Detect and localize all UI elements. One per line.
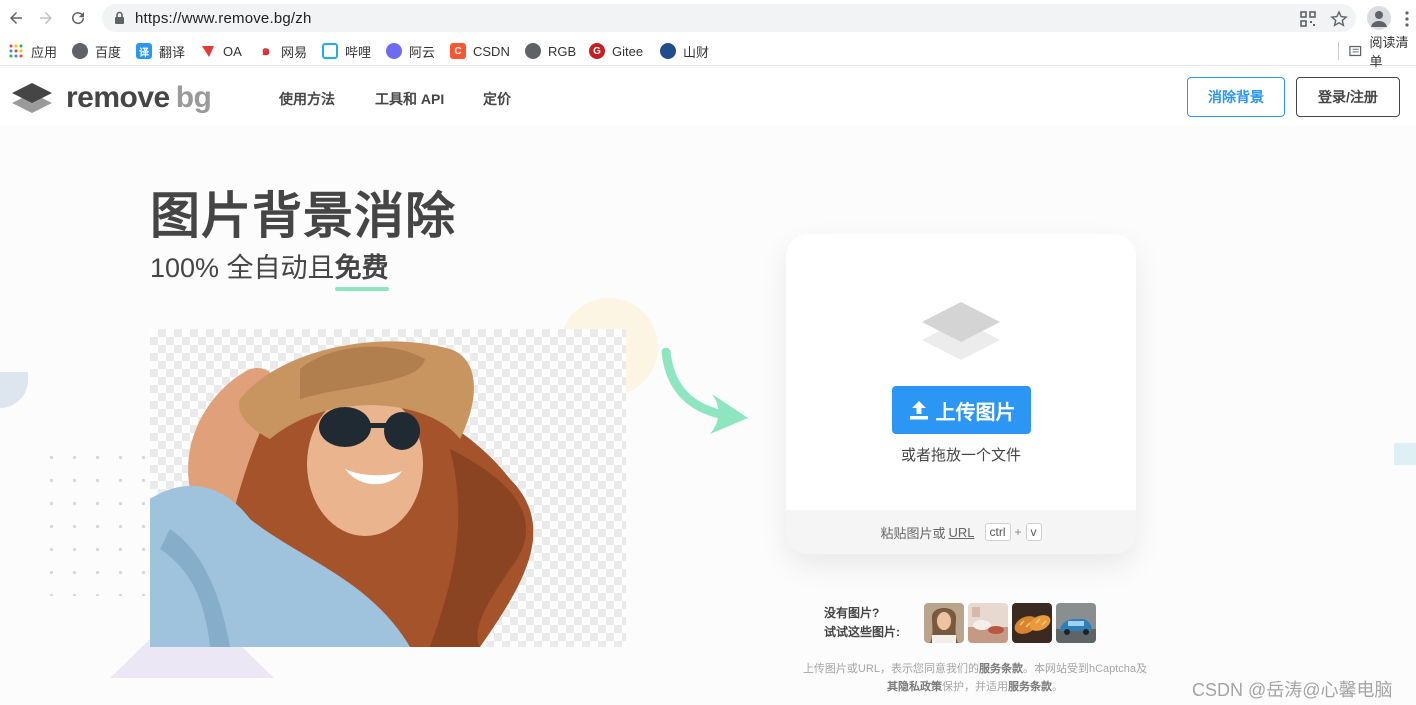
reading-list-label: 阅读清单 <box>1369 35 1409 69</box>
bookmarks-bar: 应用 百度 译 翻译 OA ๑ 网易 哔哩 阿云 C CSDN RGB G Gi… <box>0 35 1416 69</box>
university-icon <box>660 43 676 59</box>
bookmark-apps[interactable]: 应用 <box>8 42 57 60</box>
oa-icon <box>200 43 216 59</box>
bookmark-aliyun[interactable]: 阿云 <box>386 42 435 60</box>
paste-url-link[interactable]: URL <box>948 525 974 540</box>
layers-logo-icon <box>12 83 52 113</box>
terms-notice: 上传图片或URL，表示您同意我们的服务条款。本网站受到hCaptcha及 其隐私… <box>770 660 1180 696</box>
translate-icon: 译 <box>136 43 152 59</box>
bookmark-translate[interactable]: 译 翻译 <box>136 42 185 60</box>
reload-icon[interactable] <box>66 6 90 30</box>
sample-blue-car[interactable] <box>1056 603 1096 643</box>
try-label-line2: 试试这些图片: <box>824 625 900 639</box>
bookmark-rgb[interactable]: RGB <box>525 42 576 60</box>
browser-toolbar: https://www.remove.bg/zh <box>0 0 1416 36</box>
terms-link[interactable]: 服务条款 <box>979 663 1023 675</box>
bookmark-label: 山财 <box>683 44 710 60</box>
remove-background-button[interactable]: 消除背景 <box>1187 77 1285 117</box>
subtitle-free: 免费 <box>334 246 389 291</box>
bookmark-university[interactable]: 山财 <box>660 42 709 60</box>
bilibili-icon <box>322 43 338 59</box>
globe-icon <box>72 43 88 59</box>
sample-bread-loaves[interactable] <box>1012 603 1052 643</box>
reading-list-icon <box>1349 45 1362 57</box>
bookmark-label: CSDN <box>473 43 510 59</box>
bookmark-label: 网易 <box>281 44 308 60</box>
drop-file-hint: 或者拖放一个文件 <box>900 447 1021 464</box>
subtitle-text: 100% 全自动且 <box>150 253 335 283</box>
try-label-line1: 没有图片? <box>824 606 880 620</box>
bookmark-label: 阿云 <box>409 44 436 60</box>
bookmark-bilibili[interactable]: 哔哩 <box>322 42 371 60</box>
nav-how-to-use[interactable]: 使用方法 <box>279 89 335 109</box>
bookmark-label: Gitee <box>612 43 644 59</box>
csdn-watermark: CSDN @岳涛@心馨电脑 <box>1192 680 1393 700</box>
reading-list-button[interactable]: 阅读清单 <box>1338 35 1416 69</box>
gitee-icon: G <box>589 43 605 59</box>
decorative-shape <box>1394 443 1416 465</box>
page-title: 图片背景消除 <box>150 188 456 244</box>
bookmark-label: 翻译 <box>159 44 186 60</box>
apps-grid-icon <box>8 43 24 59</box>
key-ctrl: ctrl <box>984 523 1011 541</box>
bookmark-oa[interactable]: OA <box>200 42 242 60</box>
curved-arrow-icon <box>661 348 748 434</box>
logo-text: remove bg <box>66 81 212 114</box>
try-samples-label: 没有图片? 试试这些图片: <box>824 604 900 642</box>
bookmark-label: OA <box>223 43 242 59</box>
sample-woman-portrait[interactable] <box>924 603 964 643</box>
bookmark-label: 百度 <box>95 44 122 60</box>
bookmark-csdn[interactable]: C CSDN <box>450 42 510 60</box>
login-signup-button[interactable]: 登录/注册 <box>1296 77 1400 117</box>
bookmark-label: 哔哩 <box>345 44 372 60</box>
upload-button-label: 上传图片 <box>935 401 1016 424</box>
key-v: v <box>1025 523 1042 541</box>
csdn-icon: C <box>450 43 466 59</box>
bookmark-label: 应用 <box>31 44 58 60</box>
star-bookmark-icon[interactable] <box>1330 10 1348 28</box>
globe-icon <box>525 43 541 59</box>
terms-line2: 其隐私政策保护，并适用服务条款。 <box>887 681 1063 693</box>
more-menu-icon[interactable] <box>1404 10 1410 28</box>
address-bar[interactable]: https://www.remove.bg/zh <box>102 4 1356 32</box>
url-text: https://www.remove.bg/zh <box>135 10 312 27</box>
profile-avatar-icon[interactable] <box>1367 6 1391 30</box>
netease-icon: ๑ <box>261 42 271 58</box>
bookmark-gitee[interactable]: G Gitee <box>589 42 643 60</box>
privacy-link[interactable]: 其隐私政策 <box>887 681 942 693</box>
upload-card[interactable]: 上传图片 或者拖放一个文件 粘贴图片或 URL ctrl + v <box>786 234 1136 554</box>
upload-icon <box>909 401 928 420</box>
nav-tools-api[interactable]: 工具和 API <box>375 89 444 109</box>
terms-line1: 上传图片或URL，表示您同意我们的服务条款。本网站受到hCaptcha及 <box>802 663 1148 675</box>
terms-link[interactable]: 服务条款 <box>1008 681 1052 693</box>
key-plus: + <box>1014 525 1022 539</box>
bookmark-label: RGB <box>548 43 577 59</box>
hero-subtitle: 100% 全自动且免费 <box>150 246 389 291</box>
qr-code-icon[interactable] <box>1299 10 1317 28</box>
site-header: remove bg 使用方法 工具和 API 定价 消除背景 登录/注册 <box>0 68 1416 125</box>
paste-hint: 粘贴图片或 <box>880 525 946 541</box>
upload-image-button[interactable]: 上传图片 <box>892 386 1031 434</box>
woman-with-hat-illustration <box>150 341 534 647</box>
bookmark-baidu[interactable]: 百度 <box>72 42 121 60</box>
sample-kitchen-food[interactable] <box>968 603 1008 643</box>
decorative-dots <box>40 446 150 596</box>
forward-icon[interactable] <box>34 6 58 30</box>
lock-icon <box>115 11 124 24</box>
aliyun-icon <box>386 43 402 59</box>
back-icon[interactable] <box>4 6 28 30</box>
example-photo <box>150 329 626 647</box>
bookmark-netease[interactable]: ๑ 网易 <box>258 42 307 60</box>
paste-bar: 粘贴图片或 URL ctrl + v <box>786 510 1136 554</box>
nav-pricing[interactable]: 定价 <box>483 89 511 109</box>
layers-placeholder-icon <box>922 302 1000 360</box>
removebg-logo[interactable]: remove bg <box>10 81 212 115</box>
